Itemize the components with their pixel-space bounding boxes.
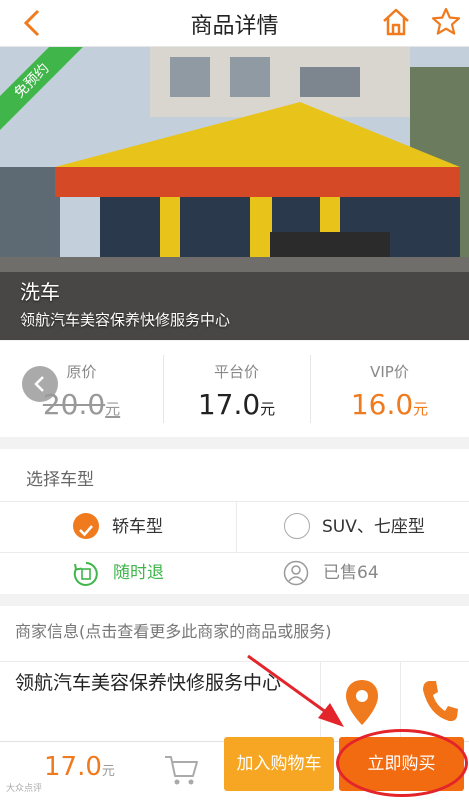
footer-price: 17.0元 [44, 752, 115, 782]
radio-unselected-icon [284, 513, 310, 539]
add-to-cart-button[interactable]: 加入购物车 [224, 737, 334, 791]
check-selected-icon [73, 513, 99, 539]
original-price-value: 20.0 [42, 388, 106, 421]
option-sedan[interactable]: 轿车型 [70, 502, 236, 552]
vehicle-type-section: 选择车型 轿车型 SUV、七座型 随时退 已售64 [0, 449, 469, 594]
divider [0, 661, 469, 662]
vehicle-type-options: 轿车型 SUV、七座型 [0, 501, 469, 553]
option-suv[interactable]: SUV、七座型 [282, 502, 469, 552]
vip-price-unit: 元 [413, 400, 429, 418]
original-price: 原价 20.0元 [0, 341, 163, 437]
top-bar: 商品详情 [0, 0, 469, 47]
merchant-info[interactable]: 商家信息(点击查看更多此商家的商品或服务) 领航汽车美容保养快修服务中心 [0, 606, 469, 741]
refund-text: 随时退 [113, 563, 164, 583]
merchant-heading: 商家信息(点击查看更多此商家的商品或服务) [15, 622, 332, 641]
home-icon[interactable] [380, 6, 412, 38]
location-pin-icon[interactable] [343, 678, 381, 728]
option-suv-label: SUV、七座型 [322, 517, 425, 537]
price-panel: 原价 20.0元 平台价 17.0元 VIP价 16.0元 [0, 341, 469, 437]
vehicle-type-heading: 选择车型 [26, 470, 94, 490]
divider [400, 662, 401, 741]
shop-subtitle: 领航汽车美容保养快修服务中心 [20, 311, 231, 329]
cart-icon[interactable] [163, 752, 199, 788]
vip-price: VIP价 16.0元 [310, 341, 469, 437]
service-info-row: 随时退 已售64 [0, 553, 469, 593]
platform-price: 平台价 17.0元 [163, 341, 310, 437]
footer-price-value: 17.0 [44, 752, 102, 782]
user-icon [283, 560, 309, 586]
product-image[interactable]: 免预约 洗车 领航汽车美容保养快修服务中心 [0, 47, 469, 340]
phone-icon[interactable] [420, 678, 460, 724]
vip-price-value: 16.0 [350, 388, 414, 421]
footer-price-unit: 元 [101, 764, 115, 779]
original-price-unit: 元 [105, 400, 121, 418]
divider [320, 662, 321, 741]
vip-price-label: VIP价 [370, 363, 409, 381]
shop-photo [0, 47, 469, 340]
option-sedan-label: 轿车型 [112, 517, 163, 537]
refund-icon [73, 562, 98, 586]
watermark: 大众点评 [6, 784, 43, 794]
platform-price-label: 平台价 [213, 363, 259, 381]
buy-now-button[interactable]: 立即购买 [339, 737, 464, 791]
divider [236, 502, 237, 552]
platform-price-value: 17.0 [197, 388, 261, 421]
bottom-bar: 17.0元 加入购物车 立即购买 [0, 729, 469, 801]
service-name: 洗车 [20, 280, 60, 304]
original-price-label: 原价 [66, 363, 97, 381]
merchant-name[interactable]: 领航汽车美容保养快修服务中心 [15, 669, 285, 697]
platform-price-unit: 元 [260, 400, 276, 418]
sold-count-text: 已售64 [323, 563, 379, 583]
favorite-star-icon[interactable] [430, 6, 462, 38]
